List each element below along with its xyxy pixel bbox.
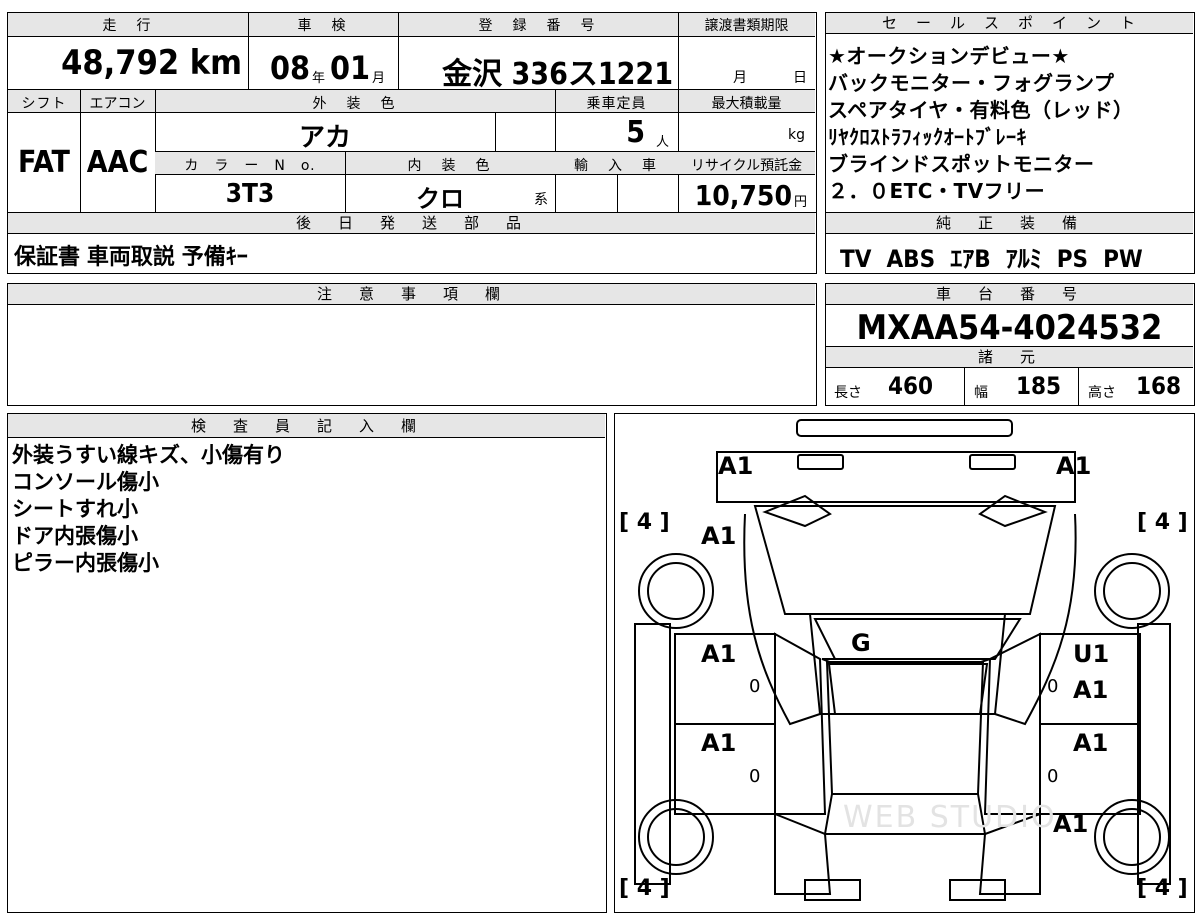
watermark: WEB STUDIO xyxy=(843,800,1057,835)
inspector-note-line: コンソール傷小 xyxy=(12,470,159,494)
caution-section: 注 意 事 項 欄 xyxy=(7,283,817,406)
caution-header: 注 意 事 項 欄 xyxy=(8,284,815,305)
specs-header: 諸 元 xyxy=(826,346,1193,368)
chassis-header: 車 台 番 号 xyxy=(826,284,1193,305)
inspector-note-line: ドア内張傷小 xyxy=(12,524,138,548)
mark-rear-left-door: A1 xyxy=(701,729,737,757)
later-parts-value: 保証書 車両取説 予備ｷｰ xyxy=(14,245,248,270)
registration-number: 金沢 336ス1221 xyxy=(442,57,673,92)
registration-header: 登 録 番 号 xyxy=(478,18,598,34)
width-value: 185 xyxy=(1016,372,1062,400)
inspector-note-line: 外装うすい線キズ、小傷有り xyxy=(12,443,285,467)
inspection-year: 08 xyxy=(270,49,311,87)
exterior-color-value: アカ xyxy=(298,123,351,153)
aircon-value: AAC xyxy=(86,145,149,180)
inspector-section: 検 査 員 記 入 欄 外装うすい線キズ、小傷有り コンソール傷小 シートすれ小 ドア… xyxy=(7,413,607,913)
mark-front-right-door: A1 xyxy=(1073,676,1109,704)
chassis-number: MXAA54-4024532 xyxy=(856,308,1163,348)
tire-front-left: [ 4 ] xyxy=(619,510,670,535)
sill-mark-rear-right: 0 xyxy=(1047,766,1059,787)
inspection-month-unit: 月 xyxy=(372,71,386,86)
mark-rear-right-fender: A1 xyxy=(1053,810,1089,838)
length-value: 460 xyxy=(888,372,934,400)
mark-front-left-fender: A1 xyxy=(701,522,737,550)
chassis-section: 車 台 番 号 MXAA54-4024532 諸 元 長さ 460 幅 185 … xyxy=(825,283,1195,406)
sales-point-line: スペアタイヤ・有料色（レッド） xyxy=(828,98,1134,122)
sill-mark-front-left: 0 xyxy=(749,676,761,697)
sales-points-header: セ ー ル ス ポ イ ン ト xyxy=(826,13,1193,34)
mark-front-left-corner: A1 xyxy=(718,452,754,480)
later-parts-section: 後 日 発 送 部 品 保証書 車両取説 予備ｷｰ xyxy=(7,212,817,274)
inspector-header: 検 査 員 記 入 欄 xyxy=(8,414,605,438)
transfer-deadline-header: 譲渡書類期限 xyxy=(704,18,789,34)
import-header: 輸 入 車 xyxy=(574,158,659,174)
tire-rear-right: [ 4 ] xyxy=(1137,876,1188,901)
sales-point-line: ★オークションデビュー★ xyxy=(828,44,1070,68)
capacity-unit: 人 xyxy=(656,135,670,150)
recycle-fee-header: リサイクル預託金 xyxy=(690,158,803,174)
max-load-header: 最大積載量 xyxy=(711,96,782,112)
sales-point-line: バックモニター・フォグランプ xyxy=(828,71,1115,95)
vehicle-info-table: 走 行 車 検 登 録 番 号 譲渡書類期限 48,792 km 08 年 01… xyxy=(7,12,817,214)
later-parts-header: 後 日 発 送 部 品 xyxy=(8,213,815,234)
mark-front-right-corner: A1 xyxy=(1056,452,1092,480)
mark-rear-right-door: A1 xyxy=(1073,729,1109,757)
sill-mark-rear-left: 0 xyxy=(749,766,761,787)
interior-color-header: 内 装 色 xyxy=(407,158,493,174)
mileage-header: 走 行 xyxy=(102,18,154,34)
sales-point-line: ﾘﾔｸﾛｽﾄﾗﾌｨｯｸｵｰﾄﾌﾞﾚｰｷ xyxy=(828,125,1027,149)
length-label: 長さ xyxy=(834,385,862,401)
tire-rear-left: [ 4 ] xyxy=(619,876,670,901)
inspector-note-line: シートすれ小 xyxy=(12,497,138,521)
recycle-value: 10,750 xyxy=(694,179,792,212)
inspection-header: 車 検 xyxy=(297,18,349,34)
sales-point-line: ２．０ETC・TVフリー xyxy=(828,179,1046,203)
height-value: 168 xyxy=(1136,372,1182,400)
mark-windshield: G xyxy=(851,629,871,657)
recycle-unit: 円 xyxy=(794,195,808,210)
shift-value: FAT xyxy=(18,145,70,180)
aircon-header: エアコン xyxy=(89,96,146,112)
equipment-value: TV ABS ｴｱB ｱﾙﾐ PS PW xyxy=(840,245,1143,273)
shift-header: シフト xyxy=(21,96,67,112)
tire-front-right: [ 4 ] xyxy=(1137,510,1188,535)
equipment-header: 純 正 装 備 xyxy=(826,213,1193,234)
color-no-header: カ ラ ー N o. xyxy=(184,158,316,174)
inspector-note-line: ピラー内張傷小 xyxy=(12,551,159,575)
width-label: 幅 xyxy=(974,385,988,401)
capacity-value: 5 xyxy=(626,115,645,150)
exterior-color-header: 外 装 色 xyxy=(312,96,398,112)
transfer-day-unit: 日 xyxy=(793,70,807,86)
height-label: 高さ xyxy=(1088,385,1116,401)
equipment-section: 純 正 装 備 TV ABS ｴｱB ｱﾙﾐ PS PW xyxy=(825,212,1195,274)
mark-front-left-door: A1 xyxy=(701,640,737,668)
mileage-value: 48,792 km xyxy=(61,43,242,83)
inspection-year-unit: 年 xyxy=(312,71,326,86)
color-no-value: 3T3 xyxy=(225,179,275,209)
inspector-notes: 外装うすい線キズ、小傷有り コンソール傷小 シートすれ小 ドア内張傷小 ピラー内張傷小 xyxy=(12,442,592,577)
car-diagram-section: A1 A1 A1 G A1 U1 A1 A1 A1 A1 0 0 0 0 [ 4… xyxy=(614,413,1195,913)
interior-color-suffix: 系 xyxy=(534,192,548,208)
sill-mark-front-right: 0 xyxy=(1047,676,1059,697)
sales-points-section: セ ー ル ス ポ イ ン ト ★オークションデビュー★ バックモニター・フォグラ… xyxy=(825,12,1195,214)
capacity-header: 乗車定員 xyxy=(586,96,647,112)
max-load-unit: kg xyxy=(788,127,805,143)
mark-front-right-door-top: U1 xyxy=(1073,640,1110,668)
sales-points-list: ★オークションデビュー★ バックモニター・フォグランプ スペアタイヤ・有料色（レッド… xyxy=(828,43,1192,205)
transfer-month-unit: 月 xyxy=(733,70,747,86)
inspection-month: 01 xyxy=(330,49,371,87)
interior-color-value: クロ xyxy=(416,185,464,213)
sales-point-line: ブラインドスポットモニター xyxy=(828,152,1095,176)
